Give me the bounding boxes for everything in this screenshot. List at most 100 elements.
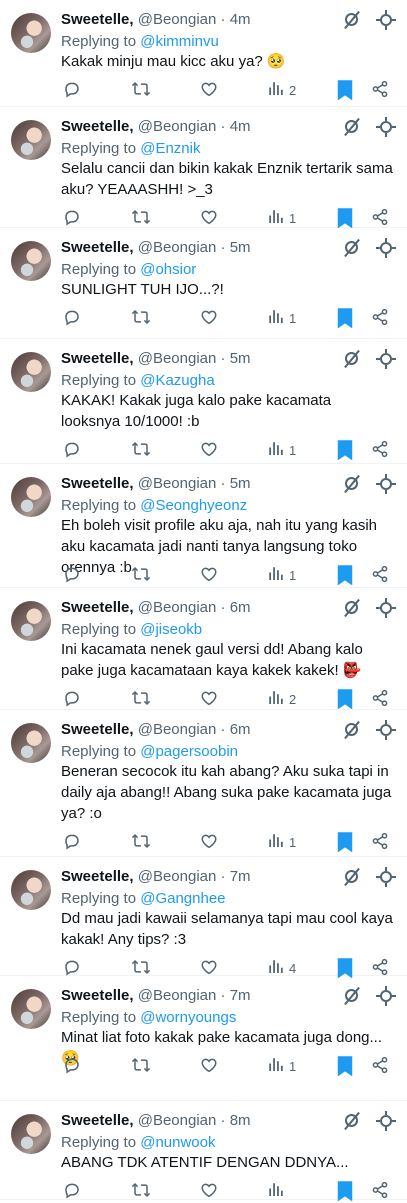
- settings-icon[interactable]: [376, 10, 396, 30]
- share-button[interactable]: [371, 308, 389, 330]
- tweet[interactable]: Sweetelle, @Beongian · 6m Replying to @p…: [0, 710, 407, 857]
- more-icon[interactable]: [342, 349, 362, 369]
- avatar[interactable]: [11, 477, 51, 517]
- like-button[interactable]: [200, 80, 218, 102]
- bookmark-button[interactable]: [337, 308, 353, 330]
- more-icon[interactable]: [342, 117, 362, 137]
- reply-button[interactable]: [63, 832, 81, 854]
- reply-button[interactable]: [63, 308, 81, 330]
- replying-to-link[interactable]: @jiseokb: [140, 621, 202, 638]
- author-name[interactable]: Sweetelle,: [61, 868, 134, 885]
- author-name[interactable]: Sweetelle,: [61, 11, 134, 28]
- author-handle[interactable]: @Beongian: [138, 868, 217, 885]
- views-button[interactable]: 1: [267, 1056, 296, 1078]
- retweet-button[interactable]: [131, 80, 151, 102]
- retweet-button[interactable]: [131, 440, 151, 462]
- author-name[interactable]: Sweetelle,: [61, 475, 134, 492]
- bookmark-button[interactable]: [337, 689, 353, 711]
- views-button[interactable]: 2: [267, 80, 296, 102]
- reply-button[interactable]: [63, 1056, 81, 1078]
- retweet-button[interactable]: [131, 832, 151, 854]
- replying-to-link[interactable]: @nunwook: [140, 1134, 215, 1151]
- reply-button[interactable]: [63, 208, 81, 230]
- author-name[interactable]: Sweetelle,: [61, 239, 134, 256]
- settings-icon[interactable]: [376, 720, 396, 740]
- like-button[interactable]: [200, 208, 218, 230]
- avatar[interactable]: [11, 352, 51, 392]
- replying-to-link[interactable]: @Enznik: [140, 140, 200, 157]
- tweet[interactable]: Sweetelle, @Beongian · 4m Replying to @E…: [0, 107, 407, 228]
- retweet-button[interactable]: [131, 308, 151, 330]
- author-handle[interactable]: @Beongian: [138, 350, 217, 367]
- bookmark-button[interactable]: [337, 208, 353, 230]
- timestamp[interactable]: 4m: [230, 118, 251, 135]
- more-icon[interactable]: [342, 238, 362, 258]
- author-handle[interactable]: @Beongian: [138, 599, 217, 616]
- replying-to-link[interactable]: @Seonghyeonz: [140, 497, 247, 514]
- more-icon[interactable]: [342, 986, 362, 1006]
- more-icon[interactable]: [342, 720, 362, 740]
- share-button[interactable]: [371, 1056, 389, 1078]
- timestamp[interactable]: 5m: [230, 350, 251, 367]
- tweet[interactable]: Sweetelle, @Beongian · 5m Replying to @o…: [0, 228, 407, 339]
- share-button[interactable]: [371, 832, 389, 854]
- share-button[interactable]: [371, 440, 389, 462]
- like-button[interactable]: [200, 308, 218, 330]
- reply-button[interactable]: [63, 440, 81, 462]
- reply-button[interactable]: [63, 565, 81, 587]
- author-handle[interactable]: @Beongian: [138, 118, 217, 135]
- tweet[interactable]: Sweetelle, @Beongian · 6m Replying to @j…: [0, 588, 407, 710]
- reply-button[interactable]: [63, 80, 81, 102]
- share-button[interactable]: [371, 208, 389, 230]
- avatar[interactable]: [11, 1114, 51, 1154]
- views-button[interactable]: 1: [267, 565, 296, 587]
- settings-icon[interactable]: [376, 238, 396, 258]
- replying-to-link[interactable]: @Kazugha: [140, 372, 214, 389]
- timestamp[interactable]: 8m: [230, 1112, 251, 1129]
- author-handle[interactable]: @Beongian: [138, 1112, 217, 1129]
- avatar[interactable]: [11, 601, 51, 641]
- tweet[interactable]: Sweetelle, @Beongian · 4m Replying to @k…: [0, 0, 407, 107]
- replying-to-link[interactable]: @kimminvu: [140, 33, 219, 50]
- like-button[interactable]: [200, 440, 218, 462]
- retweet-button[interactable]: [131, 1056, 151, 1078]
- author-name[interactable]: Sweetelle,: [61, 987, 134, 1004]
- share-button[interactable]: [371, 689, 389, 711]
- avatar[interactable]: [11, 13, 51, 53]
- settings-icon[interactable]: [376, 474, 396, 494]
- author-handle[interactable]: @Beongian: [138, 475, 217, 492]
- bookmark-button[interactable]: [337, 440, 353, 462]
- timestamp[interactable]: 6m: [230, 721, 251, 738]
- timestamp[interactable]: 7m: [230, 868, 251, 885]
- more-icon[interactable]: [342, 474, 362, 494]
- settings-icon[interactable]: [376, 867, 396, 887]
- timestamp[interactable]: 4m: [230, 11, 251, 28]
- timestamp[interactable]: 5m: [230, 239, 251, 256]
- timestamp[interactable]: 6m: [230, 599, 251, 616]
- replying-to-link[interactable]: @Gangnhee: [140, 890, 225, 907]
- author-name[interactable]: Sweetelle,: [61, 350, 134, 367]
- bookmark-button[interactable]: [337, 1056, 353, 1078]
- views-button[interactable]: 1: [267, 208, 296, 230]
- share-button[interactable]: [371, 80, 389, 102]
- author-handle[interactable]: @Beongian: [138, 721, 217, 738]
- tweet[interactable]: Sweetelle, @Beongian · 5m Replying to @S…: [0, 464, 407, 588]
- author-name[interactable]: Sweetelle,: [61, 118, 134, 135]
- tweet[interactable]: Sweetelle, @Beongian · 7m Replying to @G…: [0, 857, 407, 978]
- author-handle[interactable]: @Beongian: [138, 239, 217, 256]
- avatar[interactable]: [11, 241, 51, 281]
- like-button[interactable]: [200, 565, 218, 587]
- views-button[interactable]: 1: [267, 440, 296, 462]
- timestamp[interactable]: 5m: [230, 475, 251, 492]
- like-button[interactable]: [200, 1056, 218, 1078]
- avatar[interactable]: [11, 723, 51, 763]
- reply-button[interactable]: [63, 689, 81, 711]
- settings-icon[interactable]: [376, 986, 396, 1006]
- settings-icon[interactable]: [376, 1111, 396, 1131]
- avatar[interactable]: [11, 989, 51, 1029]
- settings-icon[interactable]: [376, 117, 396, 137]
- replying-to-link[interactable]: @pagersoobin: [140, 743, 238, 760]
- settings-icon[interactable]: [376, 598, 396, 618]
- timestamp[interactable]: 7m: [230, 987, 251, 1004]
- tweet[interactable]: Sweetelle, @Beongian · 7m Replying to @w…: [0, 976, 407, 1101]
